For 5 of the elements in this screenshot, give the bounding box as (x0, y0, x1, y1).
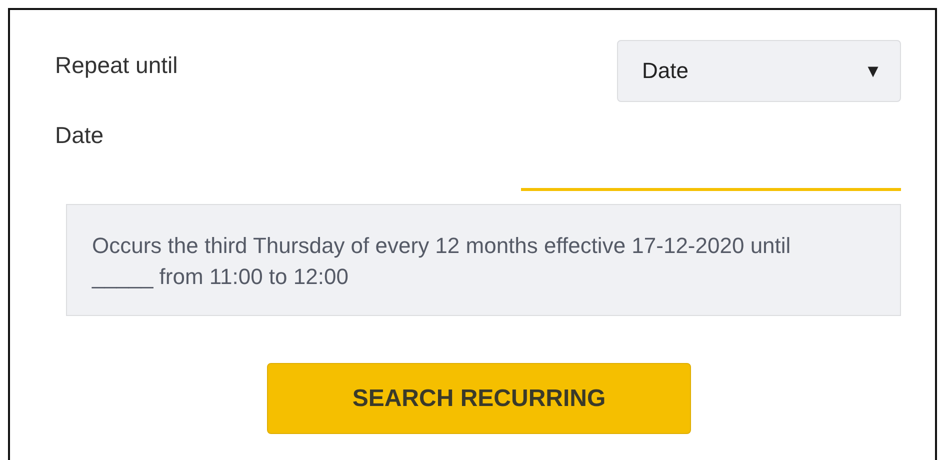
repeat-until-select[interactable]: Date ▼ (617, 40, 901, 102)
search-recurring-button[interactable]: SEARCH RECURRING (267, 363, 691, 434)
field-label: Repeat until (55, 52, 178, 79)
field-label: Date (55, 122, 104, 149)
recurrence-summary: Occurs the third Thursday of every 12 months effective 17-12-2020 until _____ from 11:00 to 12:00 (66, 204, 901, 316)
